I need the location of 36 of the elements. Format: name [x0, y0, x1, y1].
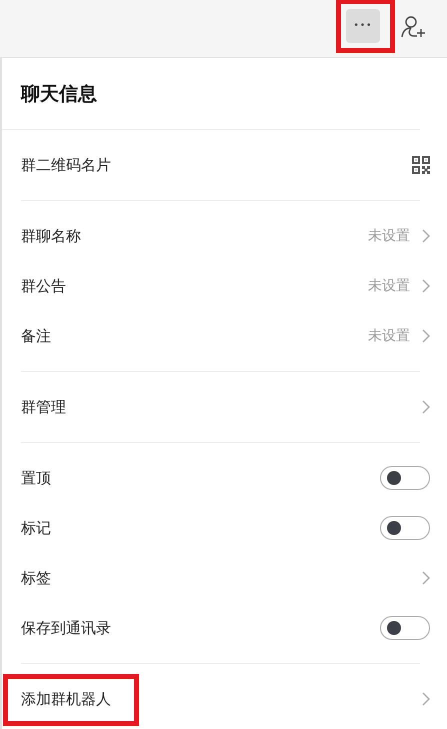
row-label: 标记 — [21, 518, 51, 538]
chevron-icon — [422, 400, 430, 414]
chevron-icon — [422, 692, 430, 706]
settings-row[interactable]: 添加群机器人 — [21, 674, 430, 724]
row-label: 备注 — [21, 326, 51, 346]
row-value: 未设置 — [368, 327, 410, 345]
row-value: 未设置 — [368, 227, 410, 245]
settings-row[interactable]: 备注 未设置 — [21, 311, 430, 361]
toggle-switch[interactable] — [380, 616, 430, 640]
toggle-switch[interactable] — [380, 516, 430, 540]
row-label: 置顶 — [21, 468, 51, 488]
settings-row[interactable]: 置顶 — [21, 453, 430, 503]
toggle-switch[interactable] — [380, 466, 430, 490]
chevron-icon — [422, 279, 430, 293]
panel-title: 聊天信息 — [21, 82, 97, 106]
qr-code-icon[interactable] — [412, 156, 430, 174]
row-label: 添加群机器人 — [21, 690, 111, 708]
row-label: 群管理 — [21, 398, 66, 416]
row-label: 群二维码名片 — [21, 156, 111, 174]
row-value: 未设置 — [368, 277, 410, 295]
chevron-icon — [422, 571, 430, 585]
settings-row[interactable]: 标签 — [21, 553, 430, 603]
row-label: 标签 — [21, 568, 51, 588]
add-user-icon[interactable] — [400, 14, 428, 38]
settings-row[interactable]: 群公告 未设置 — [21, 261, 430, 311]
chevron-icon — [422, 329, 430, 343]
more-button[interactable]: ••• — [346, 8, 380, 42]
settings-row[interactable]: 群管理 — [21, 382, 430, 432]
settings-row[interactable]: 标记 — [21, 503, 430, 553]
row-label: 群公告 — [21, 276, 66, 296]
settings-row[interactable]: 群二维码名片 — [21, 140, 430, 190]
settings-row[interactable]: 群聊名称 未设置 — [21, 211, 430, 261]
settings-row[interactable]: 保存到通讯录 — [21, 603, 430, 653]
chevron-icon — [422, 229, 430, 243]
row-label: 群聊名称 — [21, 226, 81, 246]
row-label: 保存到通讯录 — [21, 618, 111, 638]
